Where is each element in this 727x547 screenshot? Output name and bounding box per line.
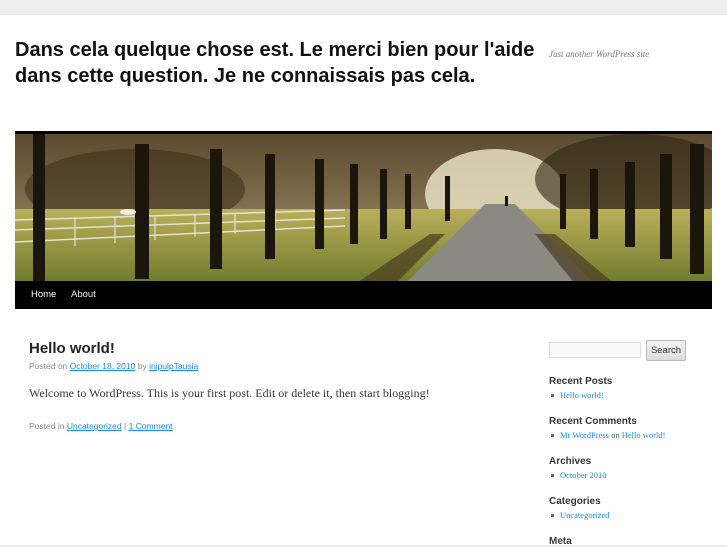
page: Dans cela quelque chose est. Le merci bi… (0, 15, 727, 547)
by-label: by (137, 361, 147, 371)
recent-posts-heading: Recent Posts (549, 376, 613, 387)
categories-list: Uncategorized (549, 510, 719, 520)
archive-link[interactable]: October 2010 (560, 470, 607, 480)
category-link[interactable]: Uncategorized (67, 421, 122, 431)
list-item: Mr WordPress on Hello world! (551, 430, 719, 440)
post-content: Welcome to WordPress. This is your first… (29, 386, 430, 400)
post-footer: Posted in Uncategorized | 1 Comment (29, 421, 173, 431)
categories-widget: Categories Uncategorized (549, 496, 719, 520)
nav-item-home[interactable]: Home (23, 281, 64, 309)
recent-post-link[interactable]: Hello world! (560, 390, 604, 400)
categories-heading: Categories (549, 496, 601, 507)
site-title[interactable]: Dans cela quelque chose est. Le merci bi… (15, 37, 545, 89)
meta-widget: Meta (549, 536, 719, 547)
comment-author-link[interactable]: Mr WordPress (560, 430, 609, 440)
recent-posts-widget: Recent Posts Hello world! (549, 376, 719, 400)
nav-item-about[interactable]: About (63, 281, 104, 309)
main-nav: Home About (15, 281, 712, 309)
category-sidebar-link[interactable]: Uncategorized (560, 510, 610, 520)
comment-post-link[interactable]: Hello world! (622, 430, 666, 440)
list-item: Hello world! (551, 390, 719, 400)
on-label: on (611, 430, 620, 440)
post-author-link[interactable]: inipulpTausia (149, 361, 198, 371)
meta-heading: Meta (549, 536, 572, 547)
posted-on-label: Posted on (29, 361, 68, 371)
recent-comments-widget: Recent Comments Mr WordPress on Hello wo… (549, 416, 719, 440)
posted-in-label: Posted in (29, 421, 65, 431)
recent-comments-heading: Recent Comments (549, 416, 637, 427)
header-image (15, 131, 712, 284)
comments-link[interactable]: 1 Comment (129, 421, 173, 431)
archives-widget: Archives October 2010 (549, 456, 719, 480)
post-date-link[interactable]: October 18, 2010 (70, 361, 136, 371)
post-meta: Posted on October 18, 2010 by inipulpTau… (29, 361, 198, 371)
recent-posts-list: Hello world! (549, 390, 719, 400)
post-title[interactable]: Hello world! (29, 340, 115, 357)
footer-separator: | (124, 421, 127, 431)
search-button[interactable]: Search (646, 340, 686, 361)
archives-heading: Archives (549, 456, 592, 467)
archives-list: October 2010 (549, 470, 719, 480)
recent-comments-list: Mr WordPress on Hello world! (549, 430, 719, 440)
search-input[interactable] (549, 342, 641, 358)
list-item: Uncategorized (551, 510, 719, 520)
site-description: Just another WordPress site (549, 49, 650, 59)
list-item: October 2010 (551, 470, 719, 480)
